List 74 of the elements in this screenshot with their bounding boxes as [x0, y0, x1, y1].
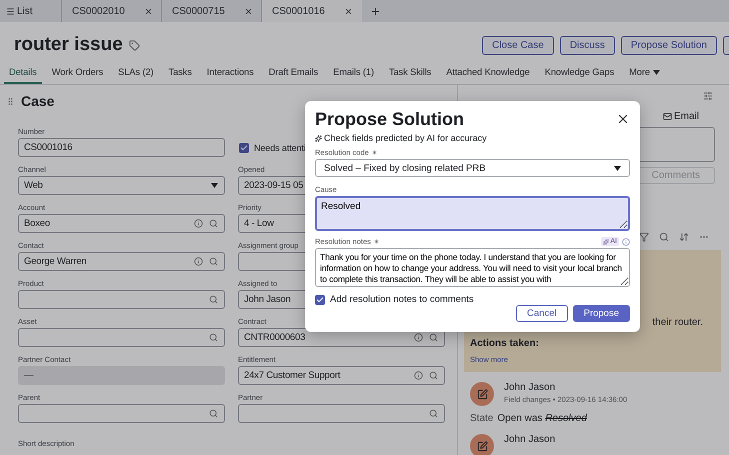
browser-tab[interactable]: List	[0, 0, 62, 22]
search-icon[interactable]	[429, 371, 438, 380]
checkbox-label: Add resolution notes to comments	[330, 294, 474, 305]
dialog-title: Propose Solution	[315, 109, 464, 130]
propose-button[interactable]: Propose	[572, 305, 630, 322]
input-field[interactable]: CS0001016	[18, 138, 225, 157]
input-field[interactable]: George Warren	[18, 252, 225, 271]
caret-icon	[652, 70, 660, 74]
drag-handle-icon[interactable]	[6, 96, 15, 106]
cancel-button[interactable]: Cancel	[516, 305, 568, 322]
card-heading: Actions taken:	[470, 338, 540, 349]
record-tab[interactable]: Attached Knowledge	[441, 67, 535, 84]
resolution-notes-field[interactable]: Thank you for your time on the phone today. I understand that you are looking for information on how to change your address. You will need to visit your local branch to complete this transaction. They will be able to assist you with	[315, 248, 630, 287]
search-icon[interactable]	[429, 409, 438, 418]
tag-icon[interactable]	[128, 40, 140, 50]
select-field[interactable]: Web	[18, 176, 225, 195]
avatar	[470, 382, 494, 406]
input-field[interactable]: 24x7 Customer Support	[238, 366, 445, 385]
action-button[interactable]: Close Case	[482, 36, 554, 54]
browser-tab[interactable]: CS0002010	[62, 0, 162, 22]
record-tab[interactable]: Knowledge Gaps	[540, 67, 620, 84]
caret-icon	[614, 166, 621, 170]
input-field[interactable]	[18, 290, 225, 309]
input-field[interactable]	[18, 404, 225, 423]
sparkle-icon	[315, 134, 322, 142]
record-tab[interactable]: Emails (1)	[328, 67, 379, 84]
checkbox-label: Needs attenti	[254, 142, 306, 152]
email-tab[interactable]: Email	[662, 111, 699, 122]
search-icon[interactable]	[429, 333, 438, 342]
change-text: Open was Resolved	[497, 413, 587, 424]
checkbox[interactable]	[315, 294, 325, 304]
search-icon[interactable]	[209, 295, 218, 304]
sort-icon[interactable]	[679, 232, 689, 242]
field-name: State	[470, 413, 494, 424]
action-button[interactable]: Discuss	[560, 36, 615, 54]
card-text: their router.	[652, 317, 703, 328]
section-title: Case	[21, 93, 54, 109]
close-icon[interactable]	[344, 6, 353, 16]
record-tab[interactable]: More	[624, 67, 665, 84]
search-icon[interactable]	[209, 257, 218, 266]
info-icon	[622, 238, 630, 246]
resolution-code-select[interactable]: Solved – Fixed by closing related PRB	[315, 159, 630, 177]
record-tab[interactable]: SLAs (2)	[113, 67, 159, 84]
input-field[interactable]	[238, 404, 445, 423]
close-button[interactable]	[616, 112, 630, 126]
search-icon[interactable]	[209, 409, 218, 418]
search-icon[interactable]	[209, 333, 218, 342]
record-tab[interactable]: Details	[4, 67, 42, 84]
search-icon[interactable]	[659, 232, 669, 242]
checkbox[interactable]	[239, 142, 249, 152]
author-name: John Jason	[504, 382, 556, 393]
input-field[interactable]	[18, 328, 225, 347]
browser-tab[interactable]: CS0001016	[262, 0, 362, 22]
cause-field[interactable]: Resolved	[315, 196, 630, 231]
author-name: John Jason	[504, 434, 556, 445]
search-icon[interactable]	[209, 219, 218, 228]
action-button[interactable]: Propose Solution	[620, 36, 717, 54]
record-tab[interactable]: Task Skills	[384, 67, 436, 84]
menu-icon	[6, 6, 15, 16]
close-icon[interactable]	[144, 6, 153, 16]
filter-icon[interactable]	[639, 232, 649, 242]
input-field[interactable]: Boxeo	[18, 214, 225, 233]
caret-icon	[211, 183, 218, 188]
avatar	[470, 434, 494, 455]
record-title: router issue	[14, 34, 123, 56]
readonly-field: —	[18, 366, 225, 385]
record-tab[interactable]: Tasks	[164, 67, 197, 84]
ai-hint: Check fields predicted by AI for accuracy	[324, 133, 487, 143]
record-tab[interactable]: Interactions	[202, 67, 259, 84]
settings-icon[interactable]	[703, 91, 713, 101]
record-tab[interactable]: Work Orders	[46, 67, 108, 84]
record-tab[interactable]: Draft Emails	[264, 67, 324, 84]
close-icon[interactable]	[244, 6, 253, 16]
mail-icon	[662, 112, 672, 121]
